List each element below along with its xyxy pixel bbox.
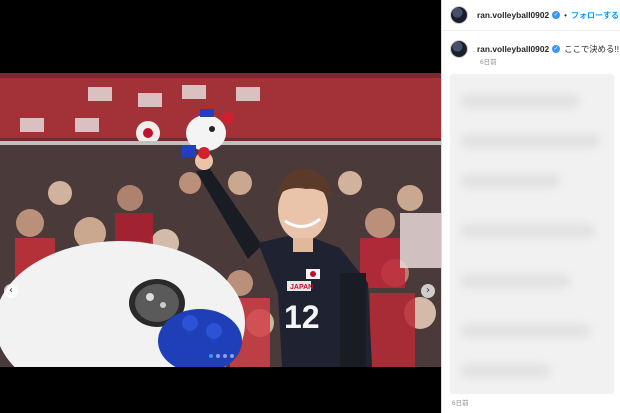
carousel-prev-button[interactable]: ‹ <box>4 284 18 298</box>
blurred-comments-area <box>450 74 614 394</box>
post-header: ran.volleyball0902 ✓ • フォローする <box>442 0 620 31</box>
caption-timestamp: 6日前 <box>480 59 497 66</box>
chevron-right-icon: › <box>426 285 430 296</box>
carousel-dot <box>208 354 213 358</box>
jersey-number: 12 <box>284 299 320 335</box>
caption-username[interactable]: ran.volleyball0902 <box>477 44 549 54</box>
post-timestamp: 6日前 <box>452 400 469 407</box>
header-username[interactable]: ran.volleyball0902 <box>477 10 549 20</box>
avatar[interactable] <box>450 6 468 24</box>
carousel-indicator <box>205 354 237 360</box>
photo-illustration: JAPAN 12 <box>0 73 441 367</box>
carousel-dot <box>215 354 220 358</box>
post-side-pane: ran.volleyball0902 ✓ • フォローする ran.volley… <box>441 0 620 413</box>
post-media-pane: JAPAN 12 ‹ › <box>0 0 441 413</box>
chevron-left-icon: ‹ <box>9 285 13 296</box>
carousel-dot <box>229 354 234 358</box>
carousel-next-button[interactable]: › <box>421 284 435 298</box>
post-photo[interactable]: JAPAN 12 ‹ › <box>0 73 441 367</box>
caption-avatar[interactable] <box>450 40 468 58</box>
carousel-dot <box>222 354 227 358</box>
header-separator: • <box>564 10 567 20</box>
caption-text: ここで決める!! <box>564 44 620 54</box>
follow-button[interactable]: フォローする <box>571 10 619 21</box>
verified-badge-icon: ✓ <box>552 45 561 53</box>
jersey-text: JAPAN <box>290 284 313 291</box>
verified-badge-icon: ✓ <box>552 11 561 19</box>
post-caption: ran.volleyball0902 ✓ ここで決める!! 6日前 <box>450 40 620 66</box>
